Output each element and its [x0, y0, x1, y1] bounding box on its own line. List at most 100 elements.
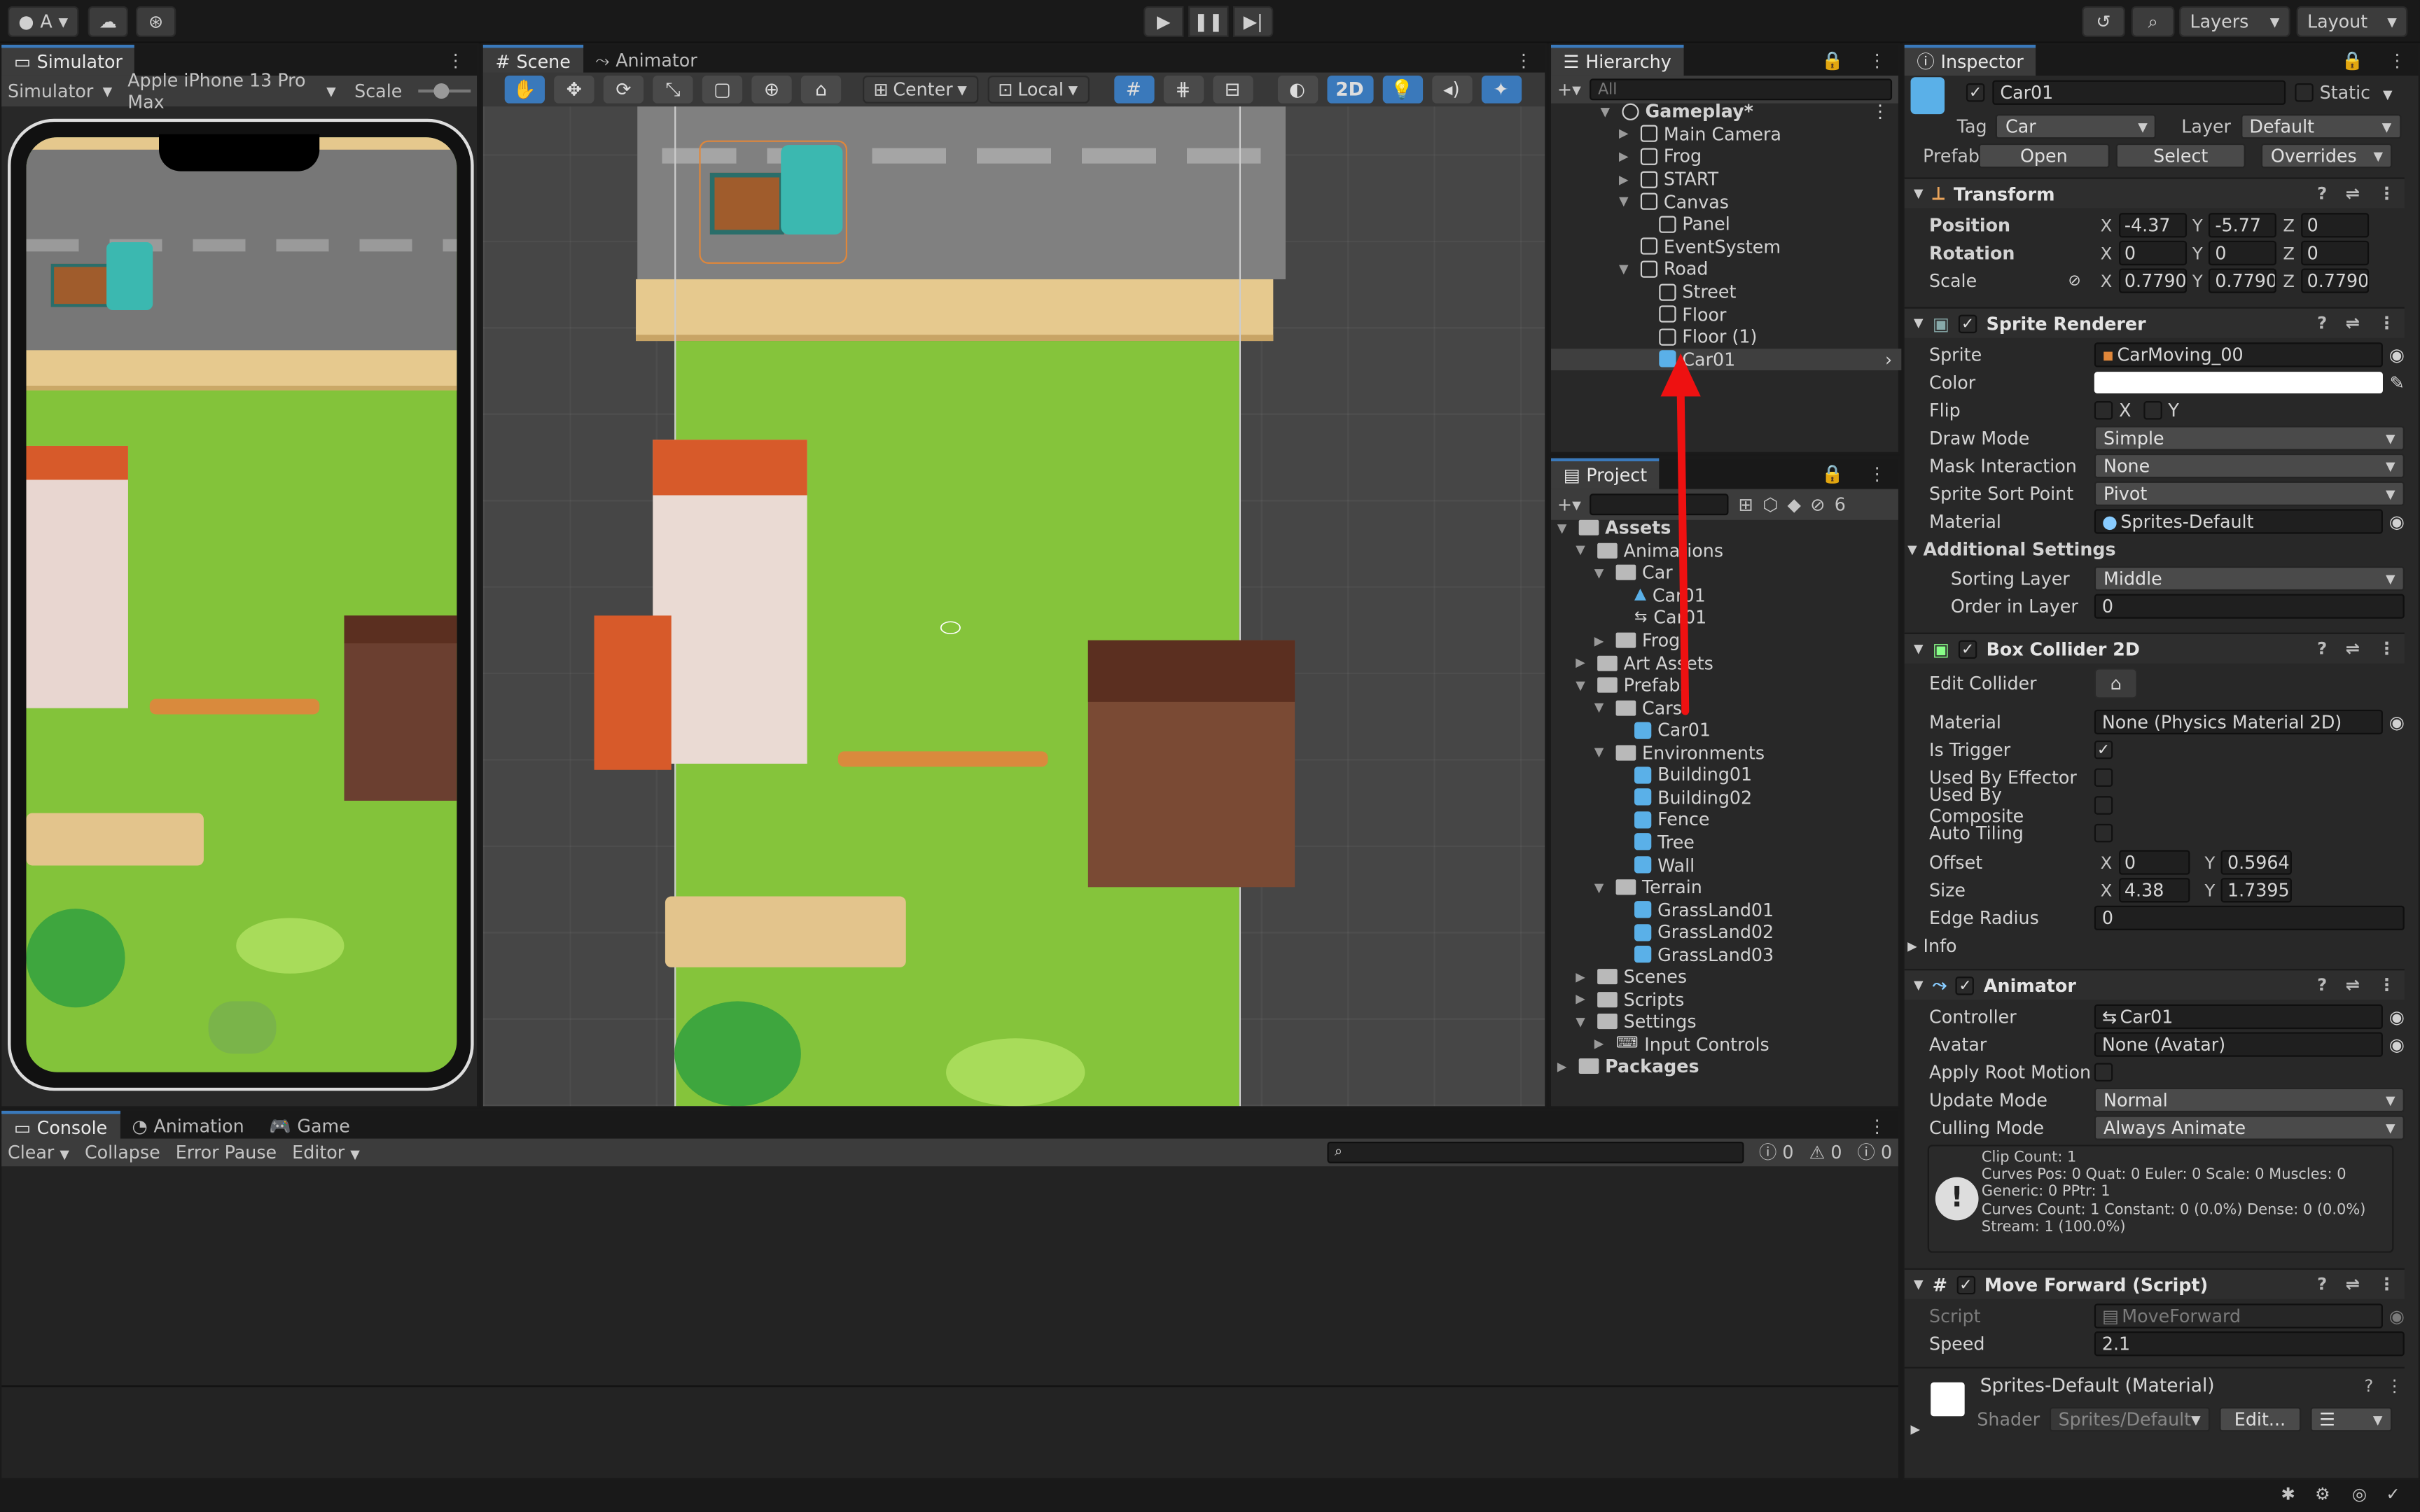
lock-icon[interactable]: 🔒 — [2329, 45, 2376, 76]
layer-dropdown[interactable]: Default ▼ — [2240, 114, 2401, 139]
help-icon[interactable]: ? — [2365, 1376, 2374, 1396]
hierarchy-search-input[interactable]: All — [1590, 78, 1893, 101]
scale-tool-icon[interactable]: ⤡ — [653, 75, 693, 104]
object-picker-icon[interactable]: ◉ — [2389, 711, 2405, 733]
position-x[interactable]: -4.37 — [2118, 213, 2187, 238]
account-dropdown[interactable]: ● A ▼ — [8, 6, 79, 37]
search-icon[interactable]: ⌕ — [2131, 6, 2175, 37]
log-count-button[interactable]: ⓘ 0 — [1759, 1140, 1794, 1165]
project-item[interactable]: ▼ Cars — [1551, 696, 1901, 719]
preset-icon[interactable]: ⇌ — [2346, 1275, 2360, 1295]
project-item[interactable]: ▶ Scripts — [1551, 988, 1901, 1011]
sprite-field[interactable]: ▪ CarMoving_00 — [2094, 342, 2383, 368]
used-by-effector-checkbox[interactable] — [2094, 768, 2113, 788]
project-item[interactable]: Tree — [1551, 831, 1901, 853]
preset-icon[interactable]: ⇌ — [2346, 638, 2360, 659]
project-item[interactable]: ▶ Scenes — [1551, 966, 1901, 988]
object-picker-icon[interactable]: ◉ — [2389, 1006, 2405, 1028]
project-item[interactable]: ▼ Animations — [1551, 539, 1901, 561]
increment-snap-icon[interactable]: ⊟ — [1212, 75, 1253, 104]
expand-closed-icon[interactable]: ▶ — [1576, 656, 1591, 670]
project-item[interactable]: GrassLand01 — [1551, 898, 1901, 920]
shader-edit-button[interactable]: Edit... — [2219, 1407, 2301, 1432]
hierarchy-item[interactable]: ▶ Main Camera — [1551, 122, 1901, 145]
culling-mode-dropdown[interactable]: Always Animate ▼ — [2094, 1115, 2405, 1140]
project-item[interactable]: GrassLand02 — [1551, 921, 1901, 944]
help-icon[interactable]: ? — [2317, 1275, 2327, 1295]
hierarchy-item[interactable]: ▶ Frog — [1551, 146, 1901, 168]
cloud-icon[interactable]: ☁ — [88, 6, 128, 37]
label-filter-icon[interactable]: ⬡ — [1762, 493, 1778, 515]
progress-icon[interactable]: ✓ — [2386, 1484, 2400, 1504]
scene-viewport[interactable]: ⬭ — [482, 106, 1545, 1107]
expand-open-icon[interactable]: ▼ — [1601, 104, 1616, 118]
project-item[interactable]: ▶ Packages — [1551, 1056, 1901, 1078]
overrides-dropdown[interactable]: Overrides ▼ — [2261, 143, 2393, 169]
draw-mode-icon[interactable]: ◐ — [1277, 75, 1318, 104]
lock-icon[interactable]: 🔒 — [1809, 458, 1856, 489]
hierarchy-item[interactable]: EventSystem — [1551, 235, 1901, 258]
size-x[interactable]: 4.38 — [2118, 878, 2190, 903]
preset-icon[interactable]: ⇌ — [2346, 975, 2360, 995]
expand-open-icon[interactable]: ▼ — [1576, 543, 1591, 557]
speed-field[interactable]: 2.1 — [2094, 1331, 2405, 1357]
history-icon[interactable]: ↺ — [2082, 6, 2125, 37]
tab-animation[interactable]: ◔ Animation — [120, 1111, 256, 1142]
console-search-input[interactable]: ⌕ — [1326, 1141, 1744, 1163]
eyedropper-icon[interactable]: ✎ — [2390, 372, 2405, 393]
mask-dropdown[interactable]: None ▼ — [2094, 453, 2405, 479]
play-button[interactable]: ▶ — [1143, 6, 1184, 37]
info-foldout[interactable]: ▶ Info — [1907, 932, 2398, 960]
sprite-renderer-enabled[interactable]: ✓ — [1958, 314, 1977, 332]
collapse-button[interactable]: Collapse — [85, 1142, 160, 1163]
active-checkbox[interactable]: ✓ — [1966, 83, 1985, 102]
scale-x[interactable]: 0.77903 — [2118, 268, 2187, 293]
panel-menu-icon[interactable]: ⋮ — [2376, 45, 2419, 76]
expand-open-icon[interactable]: ▼ — [1594, 880, 1610, 894]
bc-material-field[interactable]: None (Physics Material 2D) — [2094, 709, 2383, 735]
project-item[interactable]: ▼ Terrain — [1551, 876, 1901, 898]
tab-game[interactable]: 🎮 Game — [256, 1111, 362, 1142]
prefab-select-button[interactable]: Select — [2115, 143, 2246, 169]
draw-mode-dropdown[interactable]: Simple ▼ — [2094, 426, 2405, 451]
project-item[interactable]: ▶ Frog — [1551, 629, 1901, 652]
update-mode-dropdown[interactable]: Normal ▼ — [2094, 1087, 2405, 1113]
add-icon[interactable]: +▾ — [1557, 78, 1581, 100]
error-count-button[interactable]: ⓘ 0 — [1858, 1140, 1893, 1165]
project-item[interactable]: ▶ Art Assets — [1551, 652, 1901, 674]
component-menu-icon[interactable]: ⋮ — [2378, 313, 2395, 333]
edge-radius-field[interactable]: 0 — [2094, 905, 2405, 931]
panel-menu-icon[interactable]: ⋮ — [1856, 458, 1898, 489]
debug-icon[interactable]: ✱ — [2281, 1484, 2295, 1504]
flip-y-checkbox[interactable] — [2143, 401, 2162, 420]
expand-open-icon[interactable]: ▼ — [1576, 1015, 1591, 1029]
object-picker-icon[interactable]: ◉ — [2389, 344, 2405, 365]
cache-icon[interactable]: ◎ — [2352, 1484, 2367, 1504]
hidden-packages-icon[interactable]: ⊘ — [1810, 493, 1825, 515]
box-collider-enabled[interactable]: ✓ — [1958, 639, 1977, 659]
hierarchy-item[interactable]: Floor — [1551, 303, 1901, 326]
bug-icon[interactable]: ⚙ — [2315, 1484, 2330, 1504]
project-item[interactable]: ▶ ⌨ Input Controls — [1551, 1033, 1901, 1056]
hierarchy-item[interactable]: Street — [1551, 281, 1901, 303]
component-menu-icon[interactable]: ⋮ — [2378, 183, 2395, 204]
rect-tool-icon[interactable]: ▢ — [702, 75, 743, 104]
custom-tool-icon[interactable]: ⌂ — [800, 75, 842, 104]
hierarchy-item[interactable]: Car01 › — [1551, 348, 1902, 371]
project-item[interactable]: ⇆ Car01 — [1551, 607, 1901, 629]
tab-animator[interactable]: ⤳ Animator — [583, 45, 709, 76]
effects-icon[interactable]: ✦ — [1480, 75, 1522, 104]
is-trigger-checkbox[interactable]: ✓ — [2094, 740, 2113, 760]
expand-open-icon[interactable]: ▼ — [1576, 678, 1591, 692]
add-icon[interactable]: +▾ — [1557, 493, 1581, 515]
star-icon[interactable]: ◆ — [1787, 493, 1801, 515]
project-item[interactable]: Fence — [1551, 808, 1901, 831]
expand-open-icon[interactable]: ▼ — [1594, 701, 1610, 715]
sorting-layer-dropdown[interactable]: Middle ▼ — [2094, 566, 2405, 592]
offset-y[interactable]: 0.59649 — [2221, 850, 2293, 875]
expand-open-icon[interactable]: ▼ — [1619, 195, 1634, 209]
expand-closed-icon[interactable]: ▶ — [1557, 1060, 1573, 1074]
step-button[interactable]: ▶| — [1232, 6, 1274, 37]
object-picker-icon[interactable]: ◉ — [2389, 511, 2405, 533]
avatar-field[interactable]: None (Avatar) — [2094, 1032, 2383, 1057]
